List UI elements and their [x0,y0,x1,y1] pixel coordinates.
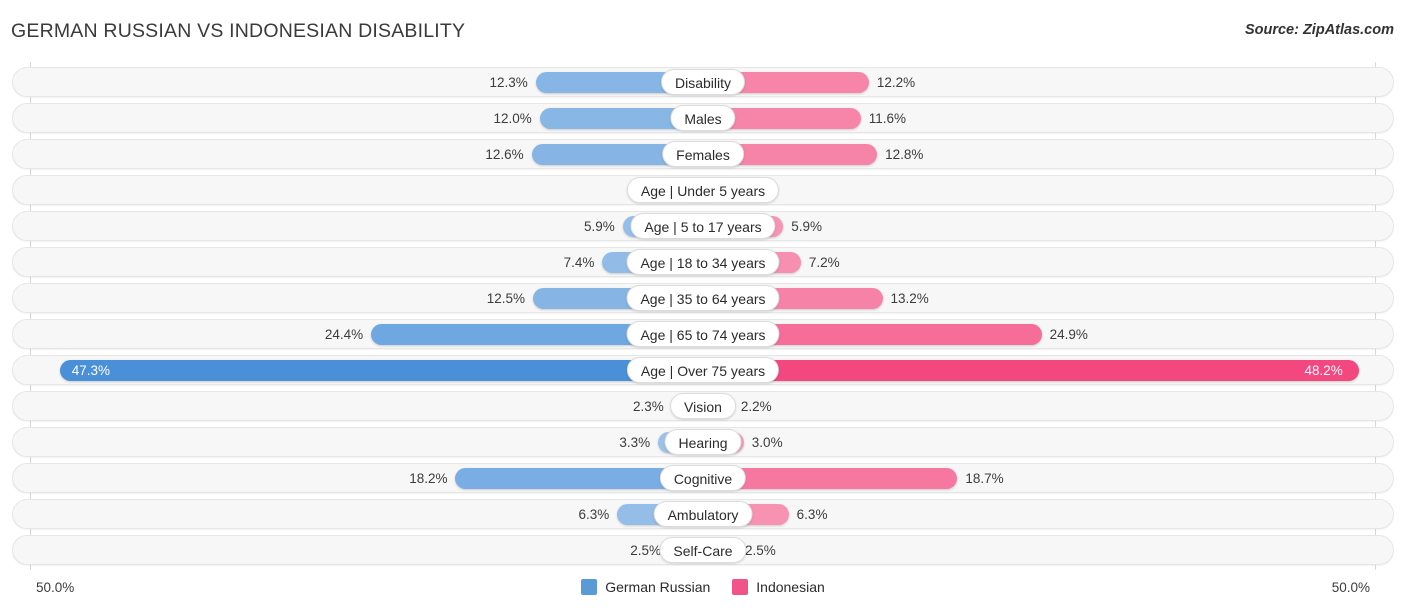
value-label-german-russian: 3.3% [619,435,651,450]
table-row: 12.5% 13.2% Age | 35 to 64 years [12,283,1394,313]
value-label-indonesian: 13.2% [890,291,929,306]
value-label-german-russian: 6.3% [578,507,610,522]
table-row: 3.3% 3.0% Hearing [12,427,1394,457]
category-label-pill: Age | Over 75 years [626,357,780,383]
value-label-indonesian: 2.5% [745,543,776,558]
row-inner: 6.3% 6.3% Ambulatory [13,500,1393,528]
category-label-pill: Age | 35 to 64 years [626,285,780,311]
legend-label: Indonesian [756,579,825,595]
chart-legend: German Russian Indonesian [0,579,1406,595]
table-row: 2.3% 2.2% Vision [12,391,1394,421]
category-label-pill: Hearing [664,429,742,455]
value-label-indonesian: 3.0% [751,435,783,450]
category-label-pill: Age | Under 5 years [626,177,780,203]
legend-swatch-icon [732,579,749,595]
table-row: 12.3% 12.2% Disability [12,67,1394,97]
row-inner: 47.3% 48.2% Age | Over 75 years [13,356,1393,384]
category-label-pill: Self-Care [659,537,747,563]
bar-german-russian [59,360,703,381]
row-inner: 18.2% 18.7% Cognitive [13,464,1393,492]
source-attribution: Source: ZipAtlas.com [1244,22,1394,38]
legend-item[interactable]: Indonesian [732,579,825,595]
category-label-pill: Cognitive [659,465,747,491]
table-row: 12.0% 11.6% Males [12,103,1394,133]
value-label-indonesian: 2.2% [740,399,772,414]
row-inner: 2.3% 2.2% Vision [13,392,1393,420]
value-label-indonesian: 18.7% [965,471,1004,486]
row-inner: 5.9% 5.9% Age | 5 to 17 years [13,212,1393,240]
chart-page: GERMAN RUSSIAN VS INDONESIAN DISABILITY … [0,0,1406,612]
bar-indonesian [703,360,1359,381]
category-label-pill: Vision [670,393,736,419]
value-label-indonesian: 5.9% [791,219,823,234]
value-label-german-russian: 7.4% [563,255,595,270]
value-label-german-russian: 5.9% [583,219,615,234]
legend-item[interactable]: German Russian [581,579,710,595]
category-label-pill: Disability [660,69,746,95]
page-title: GERMAN RUSSIAN VS INDONESIAN DISABILITY [11,20,466,42]
category-label-pill: Age | 18 to 34 years [626,249,780,275]
value-label-german-russian: 18.2% [409,471,448,486]
legend-label: German Russian [605,579,711,595]
value-label-german-russian: 12.5% [486,291,525,306]
chart-footer: 50.0% German Russian Indonesian 50.0% [0,572,1406,612]
axis-right-max: 50.0% [1331,580,1370,595]
chart-header: GERMAN RUSSIAN VS INDONESIAN DISABILITY … [0,0,1406,62]
table-row: 7.4% 7.2% Age | 18 to 34 years [12,247,1394,277]
value-label-german-russian: 24.4% [324,327,364,342]
value-label-indonesian: 11.6% [868,111,907,126]
value-label-indonesian: 24.9% [1049,327,1088,342]
category-label-pill: Age | 5 to 17 years [630,213,776,239]
row-inner: 12.0% 11.6% Males [13,104,1393,132]
value-label-indonesian: 48.2% [1304,363,1343,378]
value-label-indonesian: 12.2% [876,75,916,90]
row-inner: 12.6% 12.8% Females [13,140,1393,168]
chart-plot-area: 12.3% 12.2% Disability 12.0% 11.6% Males 12.6%… [0,62,1406,572]
table-row: 12.6% 12.8% Females [12,139,1394,169]
category-label-pill: Males [670,105,736,131]
value-label-german-russian: 12.6% [485,147,524,162]
chart-rows: 12.3% 12.2% Disability 12.0% 11.6% Males 12.6%… [0,62,1406,572]
row-inner: 12.5% 13.2% Age | 35 to 64 years [13,284,1393,312]
table-row: 2.5% 2.5% Self-Care [12,535,1394,565]
value-label-indonesian: 12.8% [885,147,924,162]
value-label-indonesian: 6.3% [796,507,828,522]
row-inner: 7.4% 7.2% Age | 18 to 34 years [13,248,1393,276]
table-row: 24.4% 24.9% Age | 65 to 74 years [12,319,1394,349]
table-row: 5.9% 5.9% Age | 5 to 17 years [12,211,1394,241]
value-label-german-russian: 2.3% [632,399,664,414]
value-label-german-russian: 12.0% [493,111,532,126]
value-label-indonesian: 7.2% [808,255,840,270]
category-label-pill: Females [662,141,744,167]
value-label-german-russian: 12.3% [489,75,528,90]
row-inner: 3.3% 3.0% Hearing [13,428,1393,456]
table-row: 6.3% 6.3% Ambulatory [12,499,1394,529]
legend-swatch-icon [581,579,598,595]
value-label-german-russian: 2.5% [630,543,661,558]
category-label-pill: Ambulatory [653,501,753,527]
row-inner: 1.6%1.2%Age | Under 5 years [13,176,1393,204]
category-label-pill: Age | 65 to 74 years [626,321,780,347]
row-inner: 12.3% 12.2% Disability [13,68,1393,96]
table-row: 1.6%1.2%Age | Under 5 years [12,175,1394,205]
table-row: 47.3% 48.2% Age | Over 75 years [12,355,1394,385]
row-inner: 2.5% 2.5% Self-Care [13,536,1393,564]
table-row: 18.2% 18.7% Cognitive [12,463,1394,493]
value-label-german-russian: 47.3% [71,363,110,378]
row-inner: 24.4% 24.9% Age | 65 to 74 years [13,320,1393,348]
